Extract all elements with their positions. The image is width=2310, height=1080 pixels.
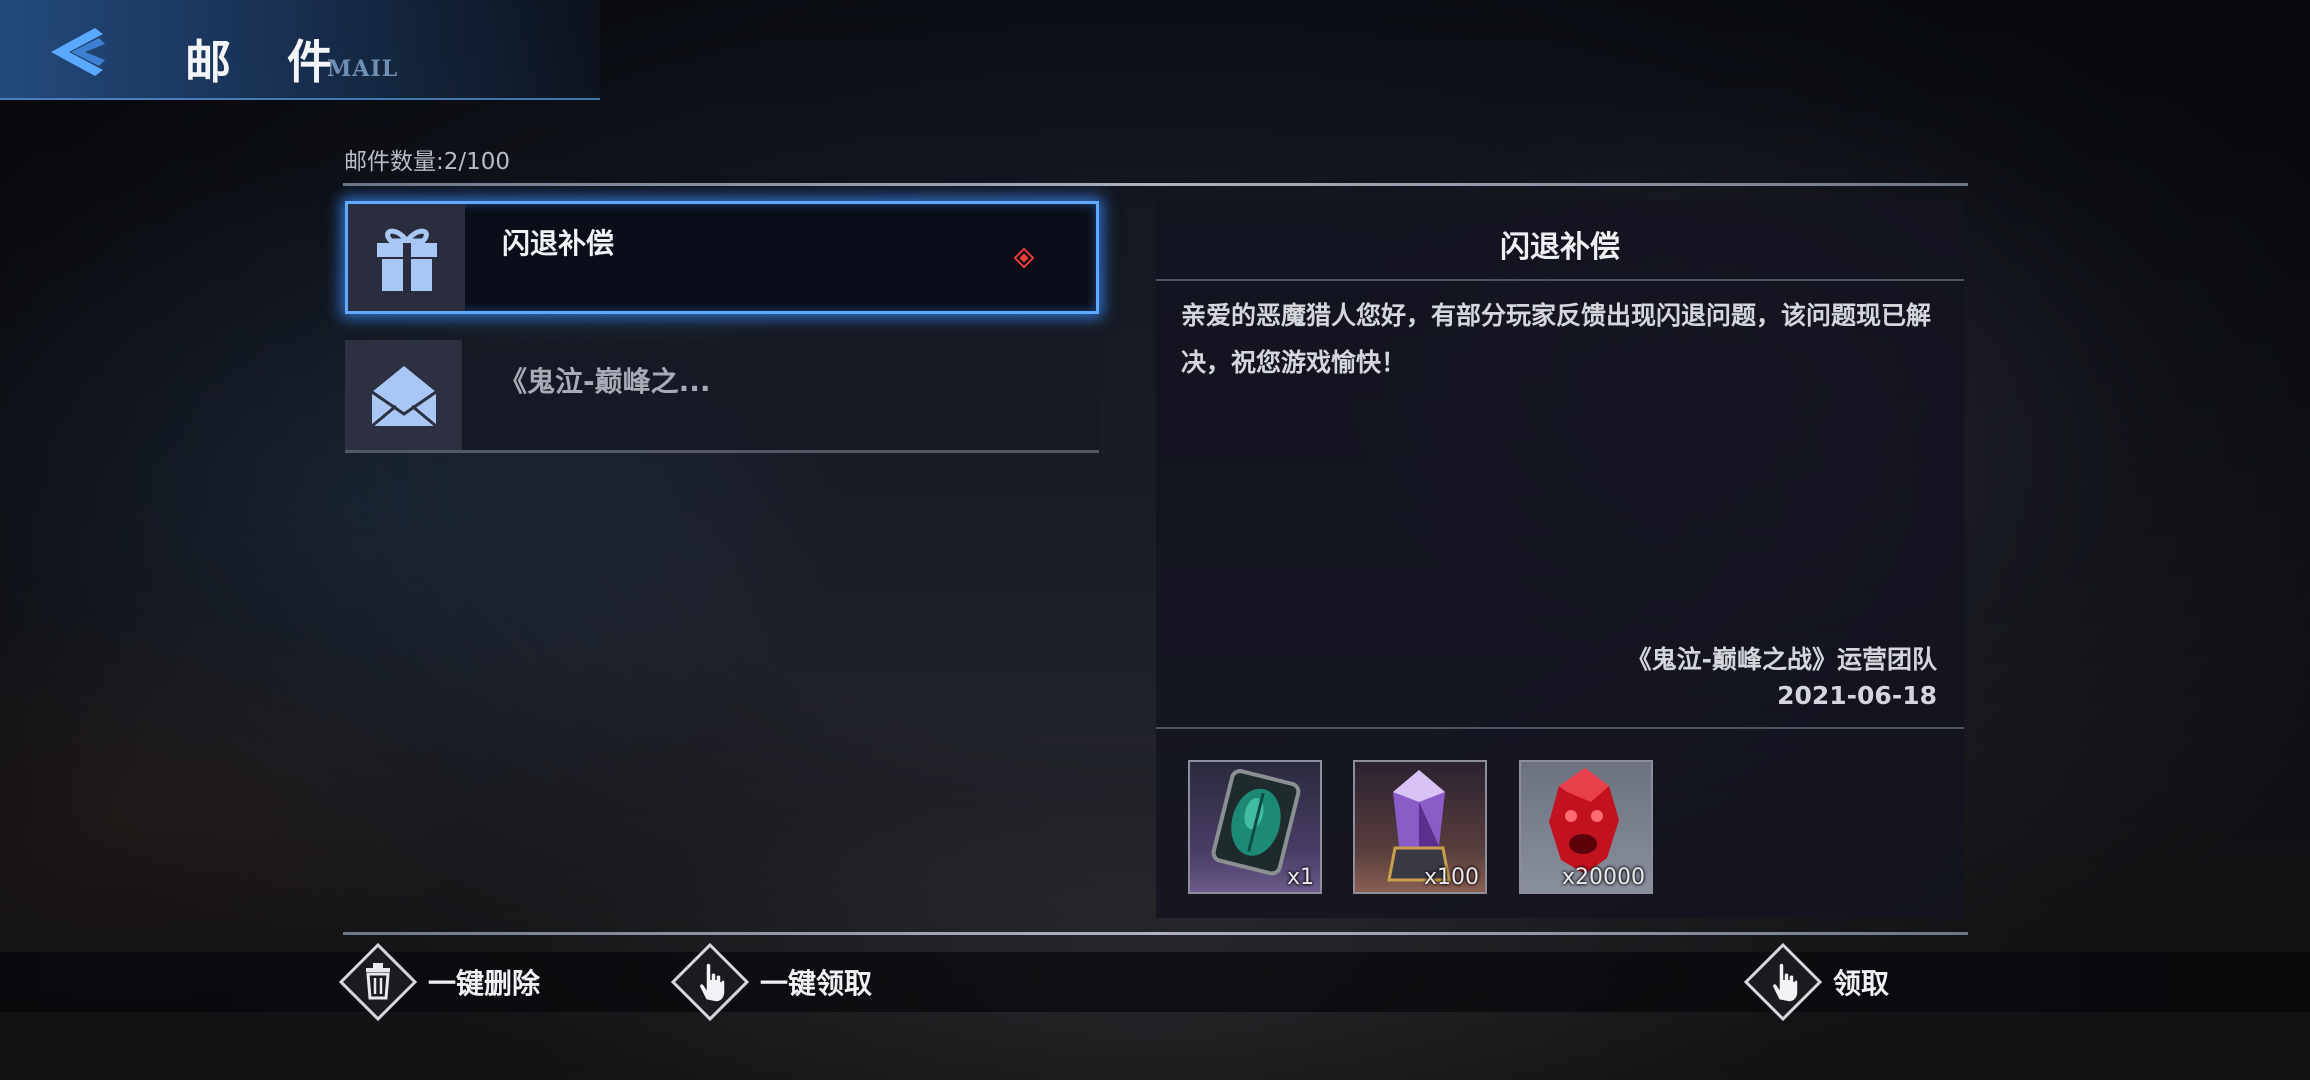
mail-icon-box — [348, 204, 465, 311]
page-title-en: MAIL — [327, 56, 399, 82]
claim-all-label: 一键领取 — [760, 967, 873, 1000]
mail-detail-panel: 闪退补偿 亲爱的恶魔猎人您好，有部分玩家反馈出现闪退问题，该问题现已解决，祝您游… — [1156, 200, 1964, 918]
header-bar: 邮 件 MAIL — [0, 0, 600, 100]
back-arrow-icon — [51, 28, 105, 76]
back-button[interactable] — [38, 22, 118, 82]
delete-all-label: 一键删除 — [428, 967, 541, 1000]
mail-icon-box — [345, 340, 462, 450]
reward-qty: x20000 — [1561, 865, 1645, 890]
claim-label: 领取 — [1833, 967, 1890, 1000]
claim-all-button[interactable]: 一键领取 — [670, 942, 872, 1022]
trash-icon — [338, 942, 418, 1022]
reward-item-2[interactable]: x100 — [1353, 760, 1487, 894]
mail-list-item-2[interactable]: 《鬼泣-巅峰之... — [345, 340, 1099, 453]
reward-qty: x1 — [1286, 865, 1314, 890]
mail-title: 《鬼泣-巅峰之... — [499, 365, 711, 398]
mail-title: 闪退补偿 — [502, 227, 615, 260]
detail-title: 闪退补偿 — [1500, 230, 1620, 265]
divider — [1156, 727, 1964, 729]
mail-list-item-1[interactable]: 闪退补偿 — [345, 201, 1099, 314]
hand-pointer-icon — [670, 942, 750, 1022]
divider — [1156, 279, 1964, 281]
gift-icon — [376, 228, 437, 291]
reward-qty: x100 — [1423, 865, 1479, 890]
detail-signature: 《鬼泣-巅峰之战》运营团队 — [1626, 645, 1937, 674]
reward-item-3[interactable]: x20000 — [1519, 760, 1653, 894]
divider-bottom — [343, 932, 1968, 935]
mail-count-label: 邮件数量:2/100 — [344, 149, 511, 175]
hand-pointer-icon — [1743, 942, 1823, 1022]
divider-top — [343, 183, 1968, 186]
envelope-icon — [370, 366, 437, 428]
detail-body: 亲爱的恶魔猎人您好，有部分玩家反馈出现闪退问题，该问题现已解决，祝您游戏愉快！ — [1181, 301, 1932, 377]
reward-item-1[interactable]: x1 — [1188, 760, 1322, 894]
detail-date: 2021-06-18 — [1777, 681, 1937, 710]
delete-all-button[interactable]: 一键删除 — [338, 942, 540, 1022]
claim-button[interactable]: 领取 — [1743, 942, 1889, 1022]
unread-marker-icon — [1014, 247, 1034, 269]
detail-signature-block: 《鬼泣-巅峰之战》运营团队 2021-06-18 — [1627, 642, 1937, 714]
